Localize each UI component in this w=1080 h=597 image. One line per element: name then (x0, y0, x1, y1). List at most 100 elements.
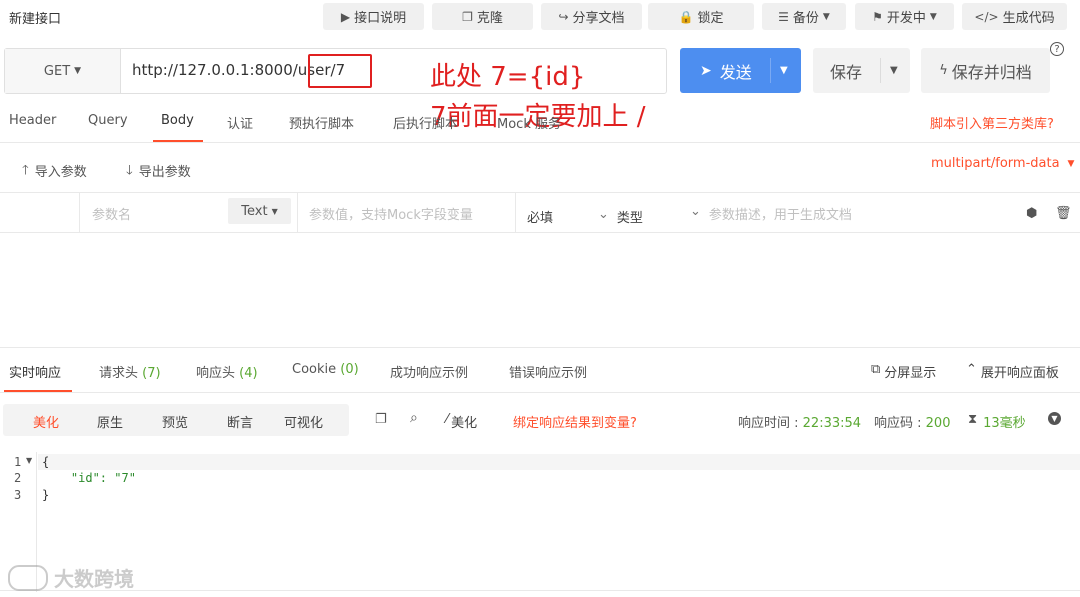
hourglass-icon: ⧗ (968, 412, 978, 427)
tab-query[interactable]: Query (88, 113, 128, 128)
arrow-down-icon: 🡓 (126, 163, 133, 178)
share-doc-button[interactable]: ↪ 分享文档 (541, 3, 642, 30)
lock-label: 锁定 (697, 11, 724, 26)
fold-toggle-icon[interactable]: ▼ (26, 456, 32, 465)
count-badge: (7) (142, 366, 161, 381)
content-type-select[interactable]: multipart/form-data ▼ (931, 156, 1074, 171)
view-mode-assert[interactable]: 断言 (227, 412, 253, 431)
copy-icon[interactable]: ❐ (375, 412, 387, 427)
database-icon: ☰ (778, 9, 789, 24)
tab-auth[interactable]: 认证 (227, 113, 253, 132)
count-badge: (0) (340, 362, 359, 377)
caret-down-icon: ▼ (74, 66, 82, 76)
clone-button[interactable]: ❐ 克隆 (432, 3, 533, 30)
response-code: 响应码 : 200 (874, 412, 950, 431)
annotation-text-1: 此处 7={id} (430, 62, 586, 92)
watermark-text: 大数跨境 (54, 567, 134, 591)
bind-variable-link[interactable]: 绑定响应结果到变量? (513, 412, 637, 431)
page-title: 新建接口 (9, 12, 62, 27)
help-icon[interactable]: ? (1050, 42, 1064, 56)
generate-code-label: 生成代码 (1002, 11, 1055, 26)
field-type-label: 类型 (616, 211, 643, 226)
tab-realtime-response[interactable]: 实时响应 (9, 362, 61, 381)
expand-panel-button[interactable]: ⌃ 展开响应面板 (966, 362, 1059, 381)
save-divider (880, 58, 881, 83)
response-time-label: 响应时间 : (738, 416, 799, 431)
view-mode-raw[interactable]: 原生 (97, 412, 123, 431)
code-icon: </> (974, 9, 999, 24)
import-params-button[interactable]: 🡑 导入参数 (22, 161, 87, 183)
param-type-label: Text (241, 203, 268, 219)
api-doc-button[interactable]: ▶ 接口说明 (323, 3, 424, 30)
export-params-button[interactable]: 🡓 导出参数 (126, 161, 191, 183)
response-time: 响应时间 : 22:33:54 (738, 412, 861, 431)
cube-icon[interactable]: ⬢ (1026, 206, 1037, 221)
save-button[interactable]: 保存 ▼ (813, 48, 910, 93)
divider (0, 142, 1080, 143)
caret-down-icon: ▼ (929, 11, 937, 22)
line-number: 2 (14, 471, 22, 485)
view-mode-pretty[interactable]: 美化 (33, 412, 59, 431)
param-value-input[interactable]: 参数值，支持Mock字段变量 (309, 204, 473, 223)
param-name-input[interactable]: 参数名 (92, 204, 131, 223)
field-type-select[interactable]: ⌄ 类型 (598, 207, 643, 226)
send-divider (770, 58, 771, 83)
split-view-button[interactable]: ⧉ 分屏显示 (871, 362, 936, 381)
generate-code-button[interactable]: </> 生成代码 (962, 3, 1067, 30)
send-button[interactable]: ➤ 发送 ▼ (680, 48, 801, 93)
flag-icon: ⚑ (872, 9, 883, 24)
content-type-label: multipart/form-data (931, 156, 1060, 171)
line-number: 1 (14, 455, 22, 469)
tab-cookie[interactable]: Cookie (0) (292, 362, 359, 377)
chevron-down-icon: ⌄ (598, 207, 609, 222)
caret-down-icon[interactable]: ▼ (890, 65, 898, 76)
split-icon: ⧉ (871, 362, 881, 377)
share-doc-label: 分享文档 (572, 11, 625, 26)
import-params-label: 导入参数 (34, 165, 87, 180)
tab-response-headers-label: 响应头 (196, 366, 236, 381)
bottom-divider (0, 590, 1080, 591)
library-link[interactable]: 脚本引入第三方类库? (930, 113, 1054, 132)
save-archive-button[interactable]: ϟ 保存并归档 (921, 48, 1050, 93)
param-type-select[interactable]: Text ▼ (228, 198, 291, 224)
col-divider (297, 192, 298, 232)
beautify-button[interactable]: ⁄ 美化 (446, 412, 477, 431)
backup-button[interactable]: ☰ 备份 ▼ (762, 3, 846, 30)
panel-divider (0, 347, 1080, 348)
tab-response-headers[interactable]: 响应头 (4) (196, 362, 258, 381)
desc-input[interactable]: ⌄ 参数描述，用于生成文档 (690, 204, 852, 223)
trash-icon[interactable]: 🗑 (1055, 206, 1072, 221)
response-time-value: 22:33:54 (802, 416, 862, 431)
send-icon: ➤ (700, 62, 712, 79)
copy-icon: ❐ (462, 9, 473, 24)
tab-mock[interactable]: Mock 服务 (497, 113, 561, 132)
status-label: 开发中 (886, 11, 926, 26)
method-select[interactable]: GET ▼ (5, 49, 121, 93)
tab-pre-script[interactable]: 预执行脚本 (289, 113, 354, 132)
response-code-value: 200 (925, 416, 951, 431)
param-row-bottom-border (0, 232, 1080, 233)
col-divider (515, 192, 516, 232)
response-duration: ⧗ 13毫秒 (968, 412, 1026, 431)
tab-header[interactable]: Header (9, 113, 56, 128)
tab-body[interactable]: Body (161, 113, 194, 128)
send-label: 发送 (719, 62, 752, 82)
tab-post-script[interactable]: 后执行脚本 (393, 113, 458, 132)
tab-error-example[interactable]: 错误响应示例 (509, 362, 587, 381)
arrow-up-icon: 🡑 (22, 163, 29, 178)
view-mode-visualize[interactable]: 可视化 (284, 412, 323, 431)
backup-label: 备份 (792, 11, 819, 26)
search-icon[interactable]: ⌕ (410, 410, 418, 426)
tab-success-example[interactable]: 成功响应示例 (390, 362, 468, 381)
clone-label: 克隆 (476, 11, 503, 26)
lock-button[interactable]: 🔒 锁定 (648, 3, 754, 30)
view-mode-preview[interactable]: 预览 (162, 412, 188, 431)
download-icon[interactable]: ▼ (1048, 412, 1061, 425)
caret-down-icon[interactable]: ▼ (780, 65, 788, 76)
play-icon: ▶ (340, 9, 351, 24)
code-line: } (42, 488, 50, 502)
status-dropdown[interactable]: ⚑ 开发中 ▼ (855, 3, 954, 30)
col-divider (79, 192, 80, 232)
code-line: { (42, 455, 50, 469)
tab-request-headers[interactable]: 请求头 (7) (99, 362, 161, 381)
